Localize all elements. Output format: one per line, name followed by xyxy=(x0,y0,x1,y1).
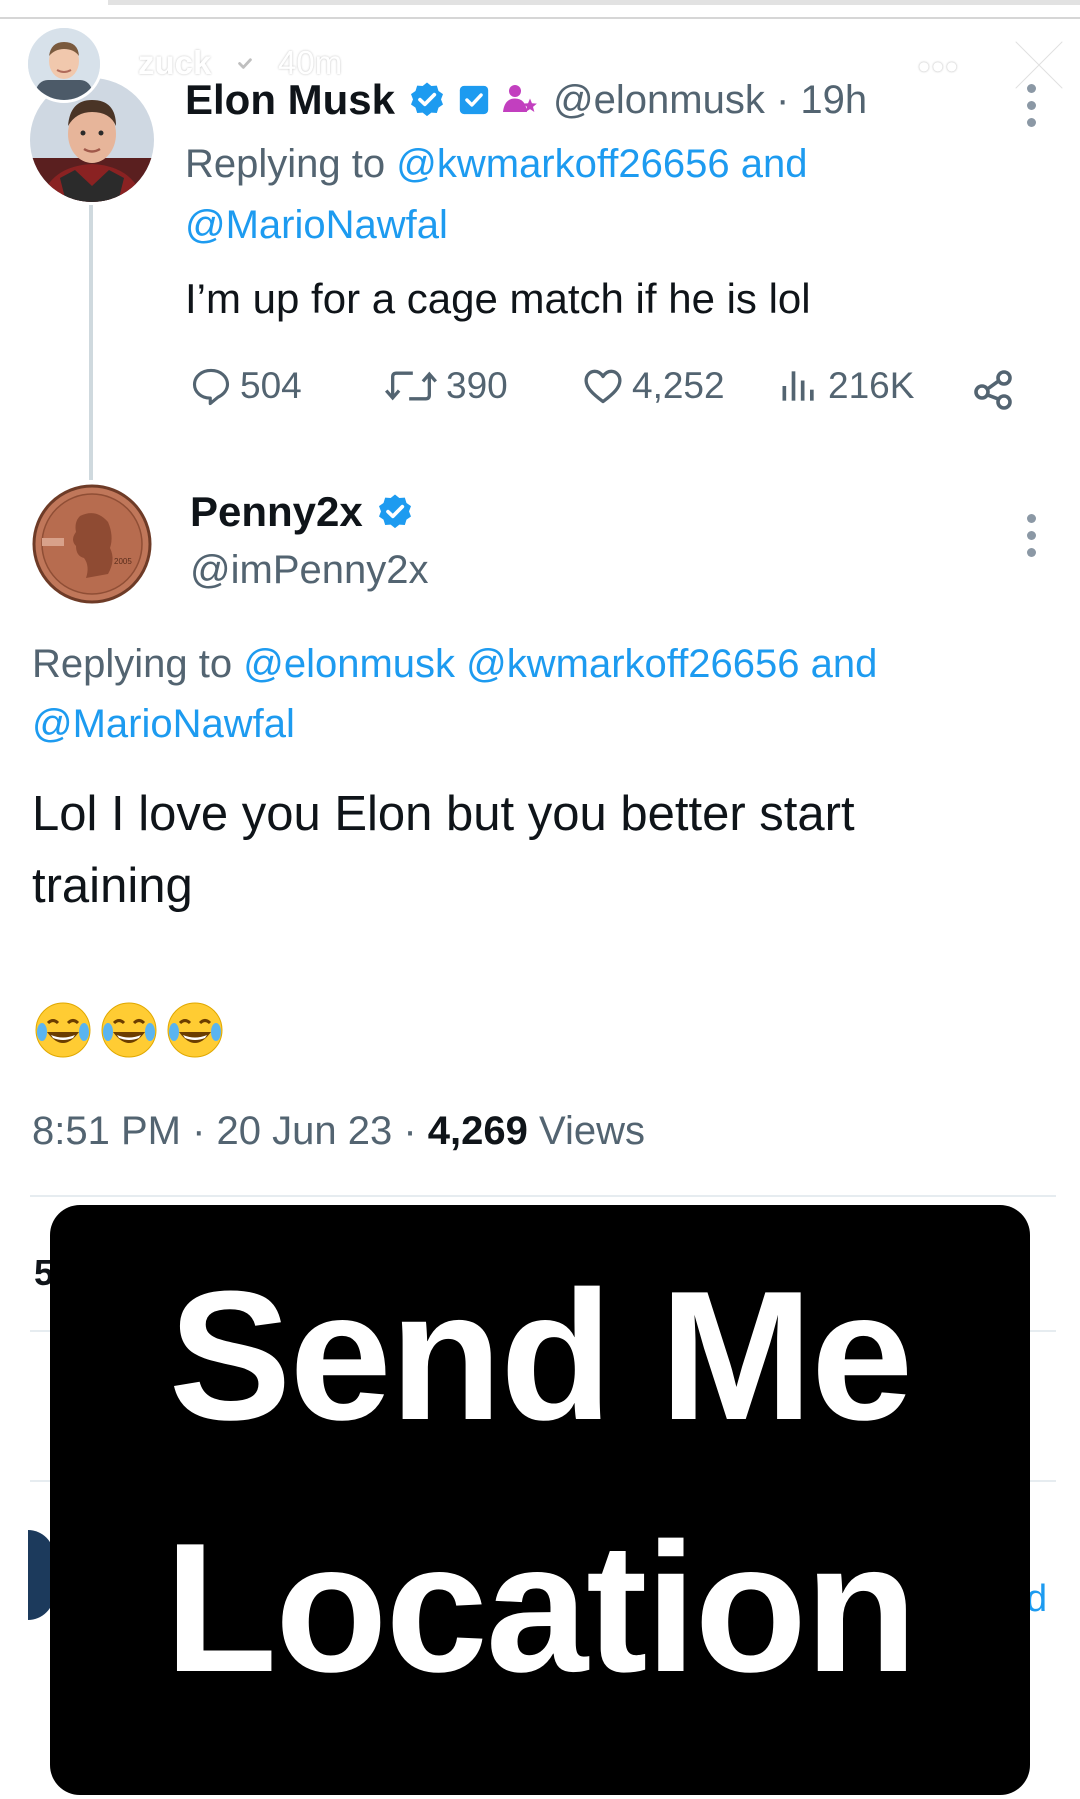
sticker-line1: Send Me xyxy=(168,1252,914,1458)
tweet2-handle[interactable]: @imPenny2x xyxy=(190,548,428,593)
svg-text:2005: 2005 xyxy=(114,557,132,566)
like-button[interactable]: 4,252 xyxy=(580,364,725,408)
tweet1-replying-line: Replying to @kwmarkoff26656 and xyxy=(185,142,807,187)
story-verified-badge-icon xyxy=(233,51,257,75)
replying-and: and xyxy=(740,142,808,186)
like-icon xyxy=(584,369,622,404)
tears-of-joy-emoji-icon xyxy=(167,1002,223,1058)
tweet2-text-line1: Lol I love you Elon but you better start xyxy=(32,787,855,841)
tweet2-text-line2: training xyxy=(32,859,193,913)
story-avatar[interactable] xyxy=(25,25,103,103)
like-count: 4,252 xyxy=(632,365,725,406)
story-progress-fill xyxy=(0,0,108,5)
retweet-count: 390 xyxy=(446,365,508,406)
tweet1-handle[interactable]: @elonmusk · 19h xyxy=(553,78,867,123)
penny-avatar[interactable]: 2005 xyxy=(30,482,154,606)
tweet-time[interactable]: 8:51 PM xyxy=(32,1109,181,1153)
replying-and: and xyxy=(810,642,878,686)
reply-button[interactable]: 504 xyxy=(188,364,302,408)
retweet-icon xyxy=(385,371,437,401)
tweet2-timestamp-line: 8:51 PM · 20 Jun 23 · 4,269 Views xyxy=(32,1109,645,1153)
views-count: 4,269 xyxy=(427,1109,528,1153)
affiliate-badge-icon xyxy=(459,85,489,115)
tears-of-joy-emoji-icon xyxy=(35,1002,91,1058)
sticker-line2: Location xyxy=(164,1504,918,1710)
story-text-sticker: Send Me Location xyxy=(50,1205,1030,1795)
tweet1-text: I’m up for a cage match if he is lol xyxy=(185,275,811,322)
mention-link[interactable]: @MarioNawfal xyxy=(32,702,295,747)
share-icon[interactable] xyxy=(970,364,1018,412)
thread-line xyxy=(89,205,93,480)
tweet2-header: Penny2x xyxy=(190,488,415,536)
verified-badge-icon xyxy=(378,494,411,529)
mention-link[interactable]: @elonmusk xyxy=(243,642,455,686)
views-button[interactable]: 216K xyxy=(776,364,914,408)
views-count: 216K xyxy=(828,365,915,406)
tweet1-more-icon[interactable] xyxy=(1027,84,1037,135)
tweet-date[interactable]: 20 Jun 23 xyxy=(217,1109,393,1153)
tweet2-replying-line: Replying to @elonmusk @kwmarkoff26656 an… xyxy=(32,642,877,687)
tweet1-header: Elon Musk @elonmusk · 19h xyxy=(185,76,867,124)
replying-prefix: Replying to xyxy=(185,142,386,186)
mention-link[interactable]: @MarioNawfal xyxy=(185,203,448,248)
government-badge-icon xyxy=(503,85,537,112)
tears-of-joy-emoji-icon xyxy=(101,1002,157,1058)
retweet-button[interactable]: 390 xyxy=(382,364,508,408)
tweet2-author-name[interactable]: Penny2x xyxy=(190,488,363,536)
reply-icon xyxy=(192,368,230,406)
story-progress-track xyxy=(0,0,1080,5)
views-icon xyxy=(782,371,814,401)
mention-link[interactable]: @kwmarkoff26656 xyxy=(466,642,799,686)
reply-count: 504 xyxy=(240,365,302,406)
mention-link[interactable]: @kwmarkoff26656 xyxy=(396,142,729,186)
replying-prefix: Replying to xyxy=(32,642,233,686)
laughing-emoji-row xyxy=(33,1000,225,1060)
close-icon[interactable] xyxy=(1010,36,1068,94)
tweet2-more-icon[interactable] xyxy=(1027,514,1037,565)
tweet1-author-name[interactable]: Elon Musk xyxy=(185,76,395,124)
divider xyxy=(0,17,1080,19)
divider xyxy=(30,1195,1056,1197)
verified-badge-icon xyxy=(411,82,444,117)
views-label: Views xyxy=(539,1109,645,1153)
story-more-icon[interactable]: ••• xyxy=(918,48,960,87)
